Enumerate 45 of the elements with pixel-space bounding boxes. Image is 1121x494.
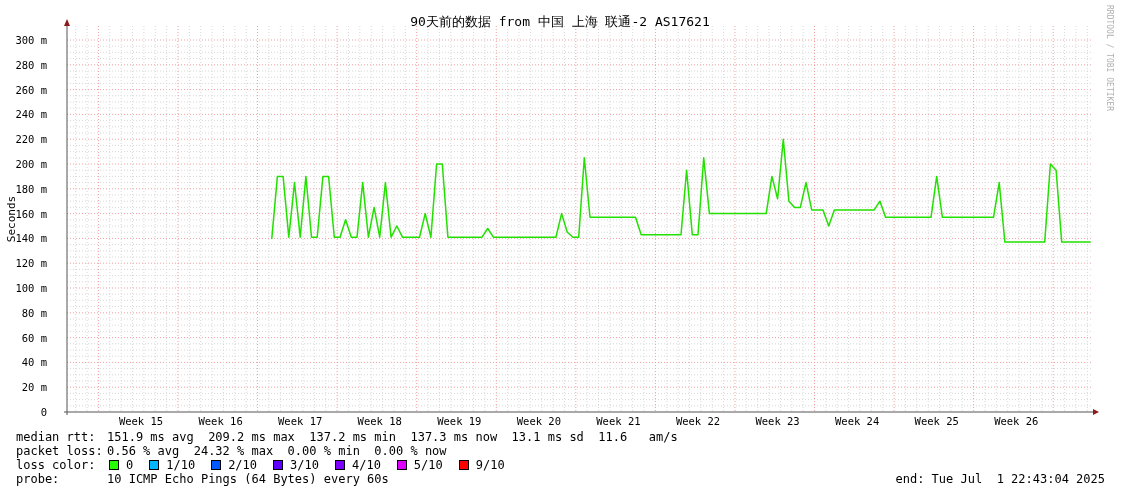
y-tick-label: 100 m xyxy=(15,282,47,294)
x-tick-label: Week 17 xyxy=(278,415,323,427)
y-tick-label: 160 m xyxy=(15,207,47,220)
legend-text: 10 ICMP Echo Pings (64 Bytes) every 60s xyxy=(107,472,389,486)
legend-text: 2/10 xyxy=(228,458,258,472)
y-tick-label: 240 m xyxy=(15,108,47,121)
y-tick-label: 20 m xyxy=(21,381,47,394)
legend-label: packet loss: xyxy=(16,444,104,458)
end-time: end: Tue Jul 1 22:43:04 2025 xyxy=(895,472,1105,486)
legend-text: 9/10 xyxy=(475,458,505,472)
x-tick-label: Week 21 xyxy=(596,415,641,427)
chart-title: 90天前的数据 from 中国 上海 联通-2 AS17621 xyxy=(410,14,710,29)
x-tick-label: Week 16 xyxy=(198,415,243,427)
legend-label: loss color: xyxy=(16,458,97,472)
legend-text: 0 xyxy=(126,458,134,472)
x-tick-label: Week 18 xyxy=(357,415,402,427)
x-tick-label: Week 24 xyxy=(835,415,880,427)
legend-text: 1/10 xyxy=(166,458,196,472)
y-tick-label: 60 m xyxy=(21,331,47,344)
legend-text: 5/10 xyxy=(413,458,443,472)
y-tick-label: 0 xyxy=(40,406,47,418)
y-tick-label: 200 m xyxy=(15,158,47,170)
legend-label: median rtt: xyxy=(16,430,97,444)
legend-text: 4/10 xyxy=(351,458,381,472)
legend-label: probe: xyxy=(16,472,61,486)
y-tick-label: 40 m xyxy=(21,356,47,369)
x-tick-label: Week 22 xyxy=(675,415,721,427)
y-tick-label: 120 m xyxy=(15,257,47,270)
x-tick-label: Week 25 xyxy=(914,415,959,427)
y-tick-label: 180 m xyxy=(15,182,47,195)
legend-text: 151.9 ms avg 209.2 ms max 137.2 ms min 137.3 ms now 13.1 ms sd 11.6 am/s xyxy=(107,430,678,444)
y-tick-label: 260 m xyxy=(15,83,47,96)
y-tick-label: 80 m xyxy=(21,306,47,319)
y-tick-label: 300 m xyxy=(15,34,47,46)
legend-text: 0.56 % avg 24.32 % max 0.00 % min 0.00 % now xyxy=(107,444,447,458)
x-tick-label: Week 19 xyxy=(437,415,482,427)
y-tick-label: 220 m xyxy=(15,133,47,146)
x-tick-label: Week 15 xyxy=(118,415,164,427)
credit-text: RRDTOOL / TOBI OETIKER xyxy=(1105,5,1114,111)
x-tick-label: Week 26 xyxy=(994,415,1039,427)
x-tick-label: Week 20 xyxy=(516,415,561,427)
legend-text: 3/10 xyxy=(290,458,319,472)
y-tick-label: 280 m xyxy=(15,58,47,71)
y-tick-label: 140 m xyxy=(15,232,47,245)
x-tick-label: Week 23 xyxy=(755,415,800,427)
